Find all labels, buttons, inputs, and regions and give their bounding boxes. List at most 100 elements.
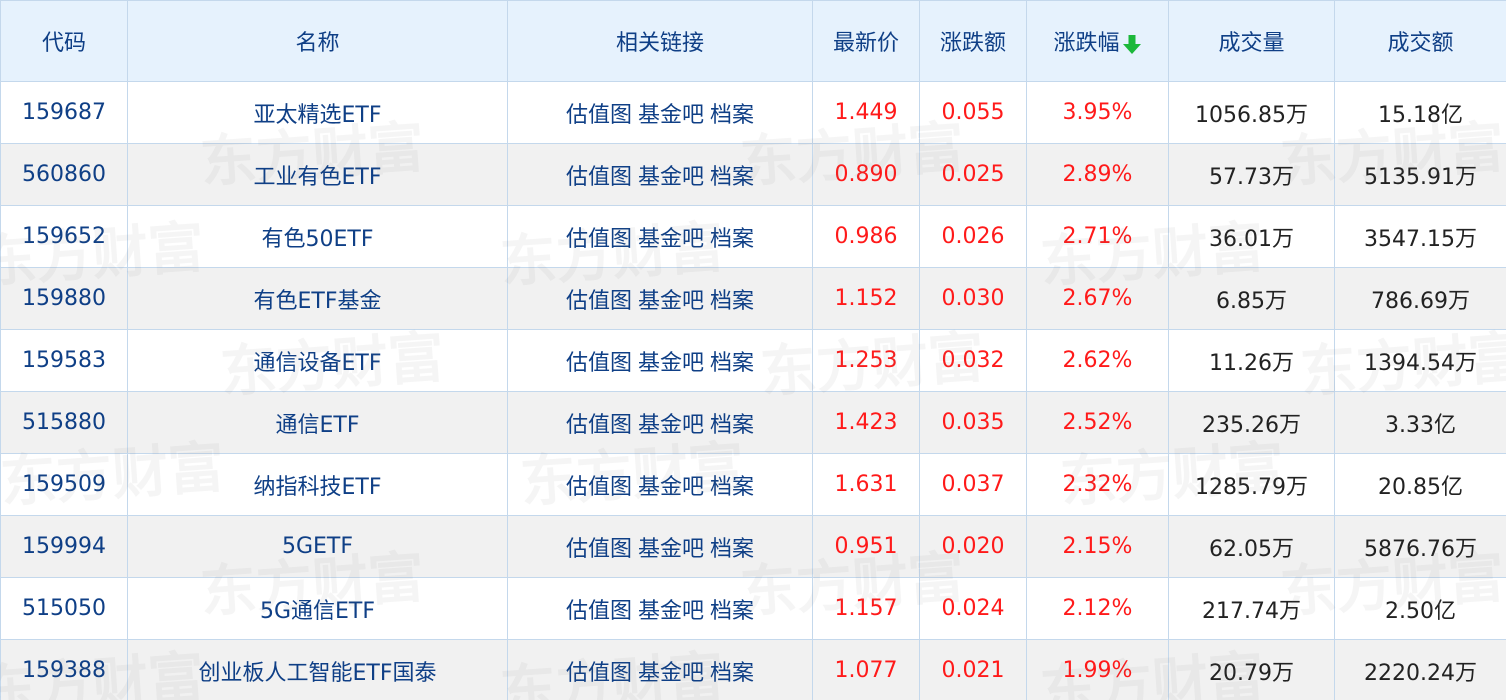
table-row[interactable]: 159687 亚太精选ETF 估值图 基金吧 档案 1.449 0.055 3.95% 1056… — [0, 81, 1506, 144]
valuation-chart-link[interactable]: 估值图 — [566, 351, 632, 376]
related-links-cell: 估值图 基金吧 档案 — [507, 639, 813, 700]
latest-price: 1.631 — [812, 453, 920, 516]
arrow-down-icon — [1122, 35, 1141, 54]
fund-profile-link[interactable]: 档案 — [710, 413, 754, 438]
valuation-chart-link[interactable]: 估值图 — [566, 103, 632, 128]
fund-forum-link[interactable]: 基金吧 — [638, 537, 704, 562]
fund-profile-link[interactable]: 档案 — [710, 227, 754, 252]
fund-profile-link[interactable]: 档案 — [710, 599, 754, 624]
change-amount: 0.032 — [919, 329, 1027, 392]
fund-name-link[interactable]: 有色ETF基金 — [127, 267, 508, 330]
fund-profile-link[interactable]: 档案 — [710, 351, 754, 376]
trade-volume: 1056.85万 — [1168, 81, 1335, 144]
fund-name-link[interactable]: 5G通信ETF — [127, 577, 508, 640]
valuation-chart-link[interactable]: 估值图 — [566, 413, 632, 438]
trade-amount: 15.18亿 — [1334, 81, 1506, 144]
fund-code-link[interactable]: 159687 — [0, 81, 128, 144]
latest-price: 1.423 — [812, 391, 920, 454]
header-price[interactable]: 最新价 — [812, 0, 920, 82]
fund-name-link[interactable]: 创业板人工智能ETF国泰 — [127, 639, 508, 700]
table-row[interactable]: 159652 有色50ETF 估值图 基金吧 档案 0.986 0.026 2.71% 36.0… — [0, 205, 1506, 268]
trade-volume: 62.05万 — [1168, 515, 1335, 578]
header-links: 相关链接 — [507, 0, 813, 82]
fund-profile-link[interactable]: 档案 — [710, 661, 754, 686]
trade-amount: 1394.54万 — [1334, 329, 1506, 392]
header-change[interactable]: 涨跌额 — [919, 0, 1027, 82]
trade-amount: 20.85亿 — [1334, 453, 1506, 516]
fund-profile-link[interactable]: 档案 — [710, 289, 754, 314]
valuation-chart-link[interactable]: 估值图 — [566, 599, 632, 624]
trade-volume: 36.01万 — [1168, 205, 1335, 268]
fund-code-link[interactable]: 515050 — [0, 577, 128, 640]
header-volume[interactable]: 成交量 — [1168, 0, 1335, 82]
fund-name-link[interactable]: 有色50ETF — [127, 205, 508, 268]
header-amount[interactable]: 成交额 — [1334, 0, 1506, 82]
fund-code-link[interactable]: 159509 — [0, 453, 128, 516]
fund-code-link[interactable]: 159583 — [0, 329, 128, 392]
valuation-chart-link[interactable]: 估值图 — [566, 475, 632, 500]
table-body: 159687 亚太精选ETF 估值图 基金吧 档案 1.449 0.055 3.95% 1056… — [0, 81, 1506, 700]
fund-code-link[interactable]: 159994 — [0, 515, 128, 578]
table-row[interactable]: 159583 通信设备ETF 估值图 基金吧 档案 1.253 0.032 2.62% 11.2… — [0, 329, 1506, 392]
header-name[interactable]: 名称 — [127, 0, 508, 82]
fund-profile-link[interactable]: 档案 — [710, 165, 754, 190]
header-pct-label: 涨跌幅 — [1053, 31, 1120, 56]
fund-forum-link[interactable]: 基金吧 — [638, 165, 704, 190]
table-row[interactable]: 159994 5GETF 估值图 基金吧 档案 0.951 0.020 2.15% 62.05万… — [0, 515, 1506, 578]
table-row[interactable]: 159388 创业板人工智能ETF国泰 估值图 基金吧 档案 1.077 0.021 1.99… — [0, 639, 1506, 700]
fund-profile-link[interactable]: 档案 — [710, 103, 754, 128]
header-code[interactable]: 代码 — [0, 0, 128, 82]
related-links-cell: 估值图 基金吧 档案 — [507, 515, 813, 578]
fund-forum-link[interactable]: 基金吧 — [638, 227, 704, 252]
change-amount: 0.020 — [919, 515, 1027, 578]
table-row[interactable]: 159880 有色ETF基金 估值图 基金吧 档案 1.152 0.030 2.67% 6.85… — [0, 267, 1506, 330]
trade-volume: 1285.79万 — [1168, 453, 1335, 516]
fund-name-link[interactable]: 亚太精选ETF — [127, 81, 508, 144]
fund-code-link[interactable]: 159652 — [0, 205, 128, 268]
valuation-chart-link[interactable]: 估值图 — [566, 661, 632, 686]
trade-volume: 57.73万 — [1168, 143, 1335, 206]
change-amount: 0.035 — [919, 391, 1027, 454]
latest-price: 1.157 — [812, 577, 920, 640]
latest-price: 1.253 — [812, 329, 920, 392]
fund-name-link[interactable]: 通信设备ETF — [127, 329, 508, 392]
fund-code-link[interactable]: 560860 — [0, 143, 128, 206]
related-links-cell: 估值图 基金吧 档案 — [507, 329, 813, 392]
fund-forum-link[interactable]: 基金吧 — [638, 661, 704, 686]
trade-amount: 5876.76万 — [1334, 515, 1506, 578]
table-row[interactable]: 515050 5G通信ETF 估值图 基金吧 档案 1.157 0.024 2.12% 217.… — [0, 577, 1506, 640]
latest-price: 0.951 — [812, 515, 920, 578]
change-amount: 0.030 — [919, 267, 1027, 330]
fund-name-link[interactable]: 工业有色ETF — [127, 143, 508, 206]
related-links-cell: 估值图 基金吧 档案 — [507, 453, 813, 516]
fund-name-link[interactable]: 纳指科技ETF — [127, 453, 508, 516]
table-row[interactable]: 560860 工业有色ETF 估值图 基金吧 档案 0.890 0.025 2.89% 57.7… — [0, 143, 1506, 206]
fund-forum-link[interactable]: 基金吧 — [638, 413, 704, 438]
valuation-chart-link[interactable]: 估值图 — [566, 165, 632, 190]
fund-forum-link[interactable]: 基金吧 — [638, 103, 704, 128]
fund-profile-link[interactable]: 档案 — [710, 475, 754, 500]
valuation-chart-link[interactable]: 估值图 — [566, 537, 632, 562]
header-name-label: 名称 — [295, 31, 340, 56]
table-row[interactable]: 515880 通信ETF 估值图 基金吧 档案 1.423 0.035 2.52% 235.26… — [0, 391, 1506, 454]
header-pct[interactable]: 涨跌幅 — [1026, 0, 1169, 82]
fund-code-link[interactable]: 159880 — [0, 267, 128, 330]
fund-name-link[interactable]: 5GETF — [127, 515, 508, 578]
etf-ranking-table: 代码 名称 相关链接 最新价 涨跌额 涨跌幅 成交量 成交额 159687 亚太精… — [0, 0, 1506, 700]
fund-profile-link[interactable]: 档案 — [710, 537, 754, 562]
trade-amount: 3.33亿 — [1334, 391, 1506, 454]
fund-code-link[interactable]: 159388 — [0, 639, 128, 700]
fund-forum-link[interactable]: 基金吧 — [638, 599, 704, 624]
fund-code-link[interactable]: 515880 — [0, 391, 128, 454]
fund-forum-link[interactable]: 基金吧 — [638, 475, 704, 500]
valuation-chart-link[interactable]: 估值图 — [566, 227, 632, 252]
table-row[interactable]: 159509 纳指科技ETF 估值图 基金吧 档案 1.631 0.037 2.32% 1285… — [0, 453, 1506, 516]
fund-name-link[interactable]: 通信ETF — [127, 391, 508, 454]
table-header: 代码 名称 相关链接 最新价 涨跌额 涨跌幅 成交量 成交额 — [0, 0, 1506, 82]
valuation-chart-link[interactable]: 估值图 — [566, 289, 632, 314]
latest-price: 1.449 — [812, 81, 920, 144]
trade-volume: 235.26万 — [1168, 391, 1335, 454]
fund-table-container: 代码 名称 相关链接 最新价 涨跌额 涨跌幅 成交量 成交额 159687 亚太精… — [0, 0, 1506, 700]
fund-forum-link[interactable]: 基金吧 — [638, 351, 704, 376]
fund-forum-link[interactable]: 基金吧 — [638, 289, 704, 314]
